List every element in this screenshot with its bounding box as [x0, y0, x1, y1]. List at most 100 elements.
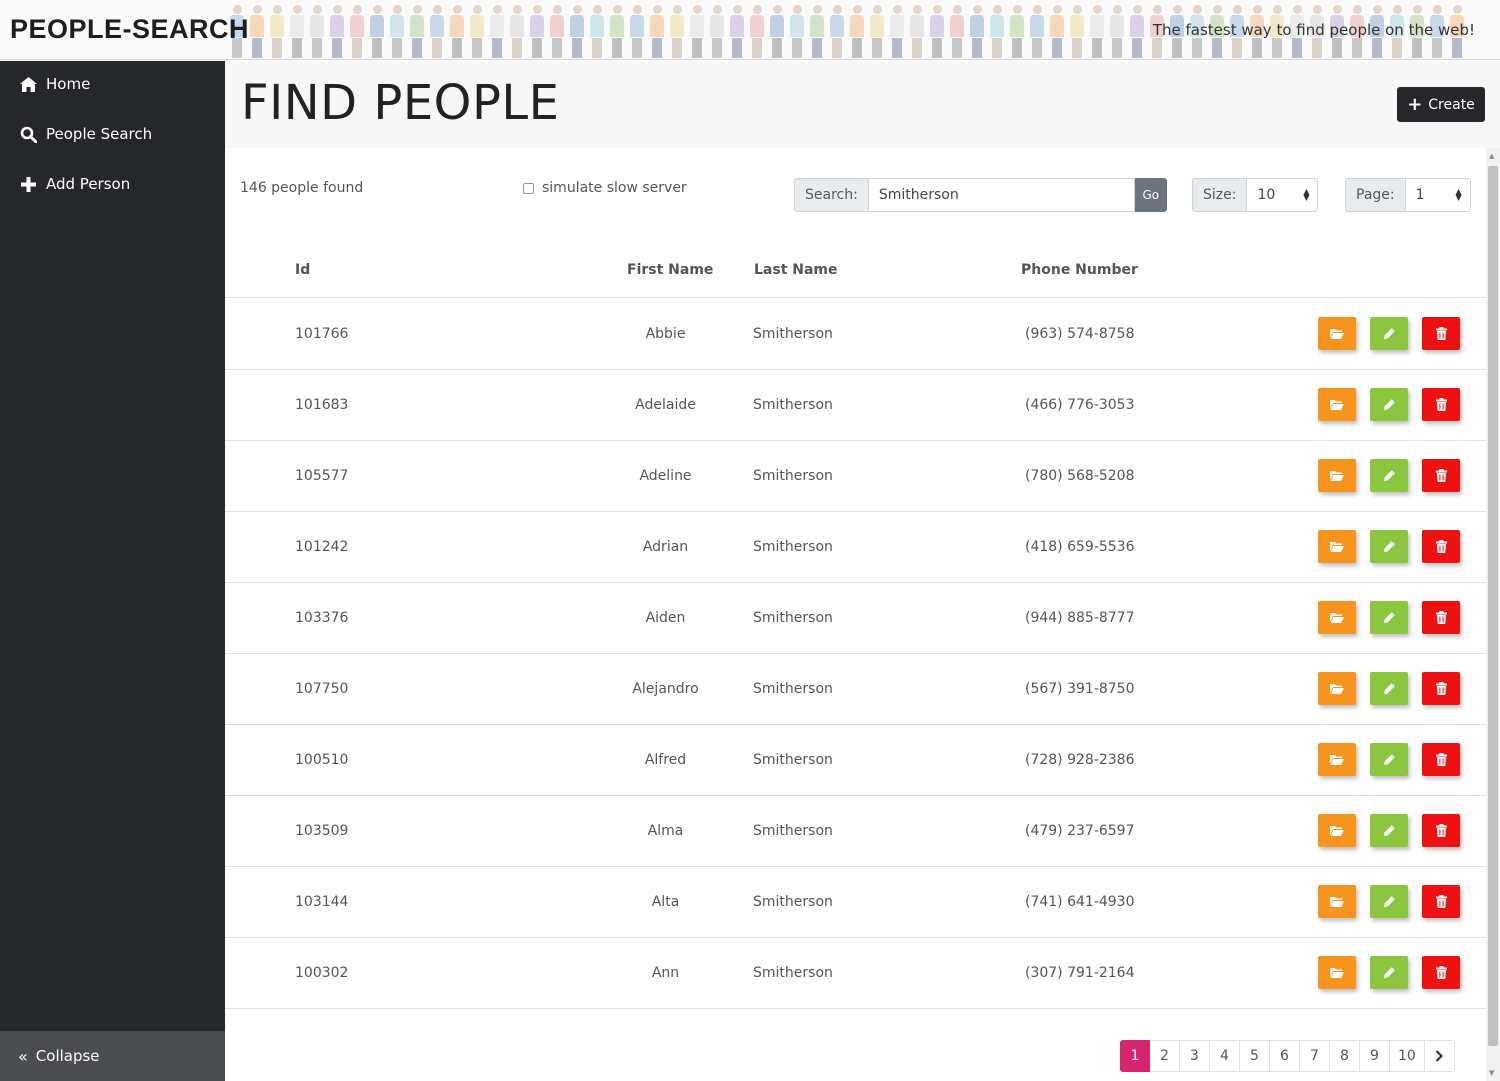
first-name-text: Alma	[647, 823, 684, 839]
scroll-down-icon[interactable]: ▼	[1489, 1069, 1494, 1077]
create-button[interactable]: + Create	[1397, 87, 1485, 122]
view-button[interactable]	[1318, 672, 1356, 705]
folder-open-icon	[1330, 470, 1344, 481]
edit-button[interactable]	[1370, 956, 1408, 989]
cell-first-name: Adelaide	[635, 397, 696, 413]
cell-phone: (466) 776-3053	[1025, 397, 1135, 413]
sidebar-item-people-search[interactable]: People Search	[0, 109, 225, 159]
edit-button[interactable]	[1370, 530, 1408, 563]
crowd-figure	[950, 5, 964, 58]
collapse-button[interactable]: « Collapse	[0, 1031, 225, 1081]
first-name-text: Adrian	[642, 539, 689, 555]
crowd-figure	[810, 5, 824, 58]
column-header-last-name[interactable]: Last Name	[754, 262, 838, 278]
sidebar-item-home[interactable]: Home	[0, 59, 225, 109]
simulate-slow-toggle[interactable]: simulate slow server	[523, 180, 687, 196]
view-button[interactable]	[1318, 459, 1356, 492]
cell-first-name: Alta	[652, 894, 680, 910]
first-name-text: Adeline	[639, 468, 692, 484]
size-group: Size: 10 ▲ ▼	[1192, 178, 1319, 212]
crowd-figure	[670, 5, 684, 58]
view-button[interactable]	[1318, 530, 1356, 563]
scroll-up-icon[interactable]: ▲	[1489, 152, 1494, 160]
trash-icon	[1435, 753, 1447, 766]
row-actions	[1318, 814, 1460, 847]
view-button[interactable]	[1318, 743, 1356, 776]
delete-button[interactable]	[1422, 743, 1460, 776]
table-row[interactable]: 101683 Adelaide Smitherson (466) 776-3053	[225, 370, 1486, 441]
edit-button[interactable]	[1370, 743, 1408, 776]
sidebar-item-label: People Search	[46, 125, 153, 143]
view-button[interactable]	[1318, 601, 1356, 634]
column-header-id[interactable]: Id	[295, 262, 310, 278]
column-header-phone[interactable]: Phone Number	[1021, 262, 1138, 278]
page-link-1[interactable]: 1	[1120, 1040, 1150, 1072]
cell-first-name: Aiden	[646, 610, 686, 626]
delete-button[interactable]	[1422, 388, 1460, 421]
next-page-button[interactable]	[1424, 1040, 1455, 1072]
table-row[interactable]: 103509 Alma Smitherson (479) 237-6597	[225, 796, 1486, 867]
edit-button[interactable]	[1370, 672, 1408, 705]
view-button[interactable]	[1318, 885, 1356, 918]
row-actions	[1318, 388, 1460, 421]
delete-button[interactable]	[1422, 956, 1460, 989]
scrollbar[interactable]: ▲ ▼	[1486, 148, 1500, 1081]
delete-button[interactable]	[1422, 459, 1460, 492]
view-button[interactable]	[1318, 814, 1356, 847]
table-row[interactable]: 101766 Abbie Smitherson (963) 574-8758	[225, 299, 1486, 370]
sidebar-item-add-person[interactable]: Add Person	[0, 159, 225, 209]
go-button[interactable]: Go	[1134, 178, 1167, 212]
crowd-figure	[370, 5, 384, 58]
cell-last-name: Smitherson	[753, 468, 833, 484]
page-link-8[interactable]: 8	[1330, 1040, 1360, 1072]
brand-logo[interactable]: PEOPLE-SEARCH	[10, 14, 249, 45]
table-row[interactable]: 105577 Adeline Smitherson (780) 568-5208	[225, 441, 1486, 512]
table-row[interactable]: 107750 Alejandro Smitherson (567) 391-8750	[225, 654, 1486, 725]
page-link-3[interactable]: 3	[1180, 1040, 1210, 1072]
folder-open-icon	[1330, 896, 1344, 907]
crowd-figure	[350, 5, 364, 58]
crowd-figure	[510, 5, 524, 58]
pencil-icon	[1383, 682, 1396, 695]
folder-open-icon	[1330, 967, 1344, 978]
edit-button[interactable]	[1370, 317, 1408, 350]
table-row[interactable]: 100302 Ann Smitherson (307) 791-2164	[225, 938, 1486, 1009]
delete-button[interactable]	[1422, 672, 1460, 705]
crowd-figure	[910, 5, 924, 58]
view-button[interactable]	[1318, 317, 1356, 350]
page-link-4[interactable]: 4	[1210, 1040, 1240, 1072]
page-link-10[interactable]: 10	[1390, 1040, 1425, 1072]
edit-button[interactable]	[1370, 388, 1408, 421]
edit-button[interactable]	[1370, 814, 1408, 847]
delete-button[interactable]	[1422, 317, 1460, 350]
pencil-icon	[1383, 327, 1396, 340]
page-select[interactable]: 1 ▲ ▼	[1405, 178, 1471, 212]
scroll-thumb[interactable]	[1488, 166, 1498, 1046]
page-link-7[interactable]: 7	[1300, 1040, 1330, 1072]
page-link-9[interactable]: 9	[1360, 1040, 1390, 1072]
trash-icon	[1435, 611, 1447, 624]
size-select[interactable]: 10 ▲ ▼	[1247, 178, 1319, 212]
delete-button[interactable]	[1422, 601, 1460, 634]
page-link-5[interactable]: 5	[1240, 1040, 1270, 1072]
view-button[interactable]	[1318, 388, 1356, 421]
simulate-slow-checkbox[interactable]	[523, 182, 534, 194]
column-header-first-name[interactable]: First Name	[627, 262, 713, 278]
table-row[interactable]: 103376 Aiden Smitherson (944) 885-8777	[225, 583, 1486, 654]
table-row[interactable]: 103144 Alta Smitherson (741) 641-4930	[225, 867, 1486, 938]
edit-button[interactable]	[1370, 459, 1408, 492]
edit-button[interactable]	[1370, 601, 1408, 634]
row-actions	[1318, 956, 1460, 989]
delete-button[interactable]	[1422, 885, 1460, 918]
table-row[interactable]: 100510 Alfred Smitherson (728) 928-2386	[225, 725, 1486, 796]
chevron-right-icon	[1435, 1050, 1444, 1062]
delete-button[interactable]	[1422, 530, 1460, 563]
view-button[interactable]	[1318, 956, 1356, 989]
page-link-2[interactable]: 2	[1150, 1040, 1180, 1072]
crowd-figure	[490, 5, 504, 58]
table-row[interactable]: 101242 Adrian Smitherson (418) 659-5536	[225, 512, 1486, 583]
delete-button[interactable]	[1422, 814, 1460, 847]
edit-button[interactable]	[1370, 885, 1408, 918]
page-link-6[interactable]: 6	[1270, 1040, 1300, 1072]
search-input[interactable]: Smitherson	[868, 178, 1135, 212]
